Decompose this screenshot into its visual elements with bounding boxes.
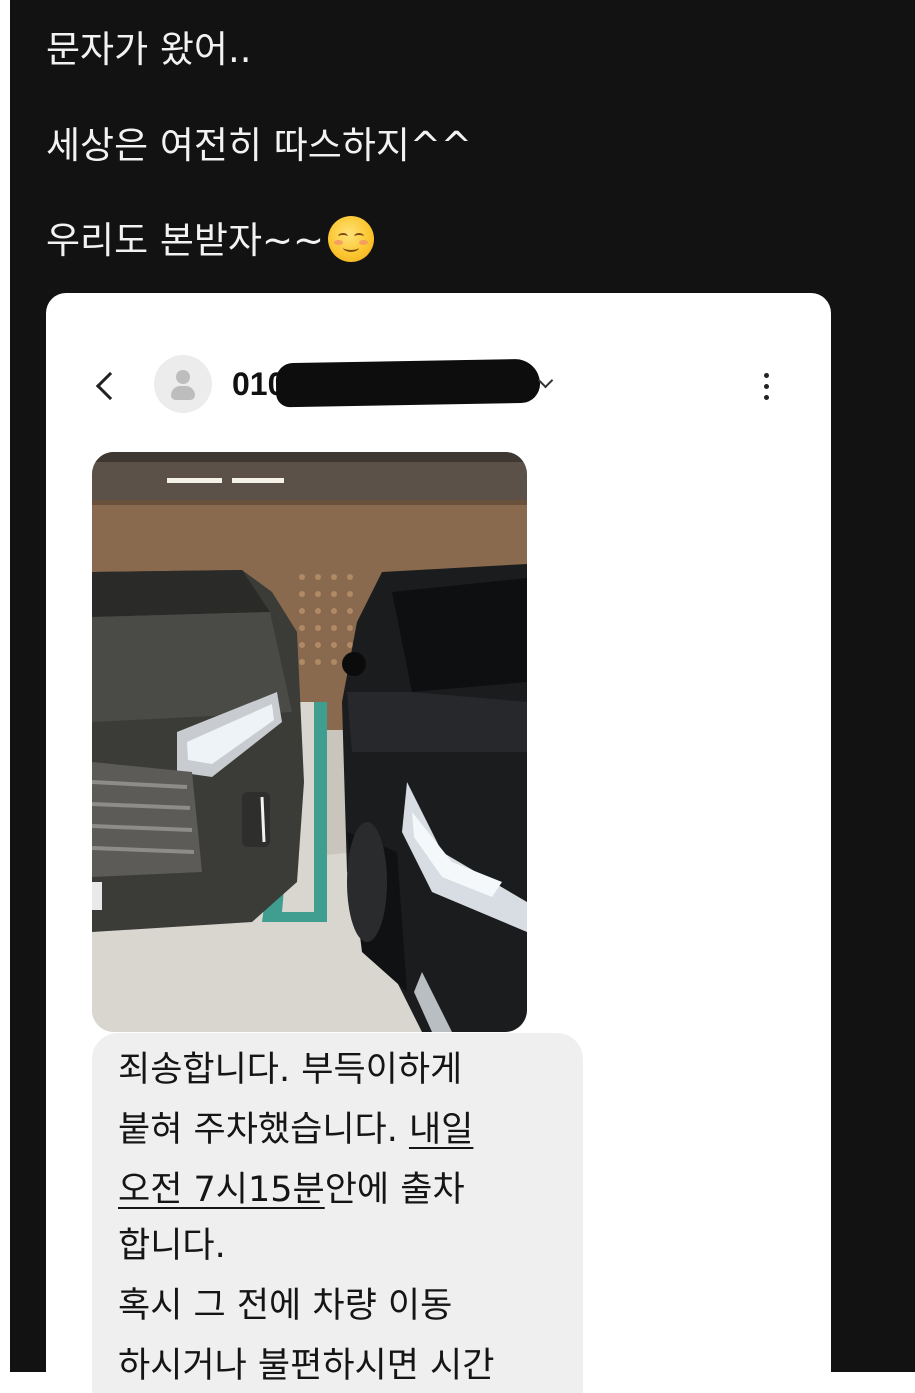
attached-photo-parked-cars[interactable] bbox=[92, 452, 527, 1032]
time-link-7-15[interactable]: 오전 7시15분 bbox=[118, 1170, 325, 1210]
chevron-left-icon bbox=[95, 371, 125, 401]
back-button[interactable] bbox=[90, 365, 125, 405]
post-text-line-1: 문자가 왔어.. bbox=[46, 28, 252, 71]
sms-screenshot-card: 010 죄송합니다. 부득이하게 붙혀 주차했습니다. 내일 오전 7시15분안… bbox=[46, 293, 831, 1393]
page-margin bbox=[0, 0, 10, 1372]
message-line-6: 하시거나 불편하시면 시간 bbox=[118, 1346, 495, 1386]
message-line-1: 죄송합니다. 부득이하게 bbox=[118, 1050, 463, 1090]
post-text-line-3-text: 우리도 본받자~~ bbox=[46, 219, 325, 262]
redaction-scribble bbox=[275, 358, 541, 408]
date-link-tomorrow[interactable]: 내일 bbox=[409, 1110, 473, 1150]
message-line-2: 붙혀 주차했습니다. 내일 bbox=[118, 1109, 473, 1151]
message-line-3-text: 안에 출차 bbox=[324, 1170, 465, 1210]
message-line-5: 혹시 그 전에 차량 이동 bbox=[118, 1286, 453, 1326]
person-avatar-icon[interactable] bbox=[154, 355, 212, 413]
message-line-2-text: 붙혀 주차했습니다. bbox=[118, 1110, 409, 1150]
message-bubble[interactable]: 죄송합니다. 부득이하게 붙혀 주차했습니다. 내일 오전 7시15분안에 출차… bbox=[92, 1033, 583, 1393]
more-vertical-icon[interactable] bbox=[754, 367, 778, 407]
chevron-down-icon[interactable] bbox=[537, 372, 554, 389]
smiling-face-with-blush-icon bbox=[328, 216, 375, 262]
post-text-line-2: 세상은 여전히 따스하지^^ bbox=[46, 124, 472, 167]
message-line-4: 합니다. bbox=[118, 1226, 226, 1266]
message-line-3: 오전 7시15분안에 출차 bbox=[118, 1169, 465, 1211]
post-text-line-3: 우리도 본받자~~ bbox=[46, 216, 375, 263]
